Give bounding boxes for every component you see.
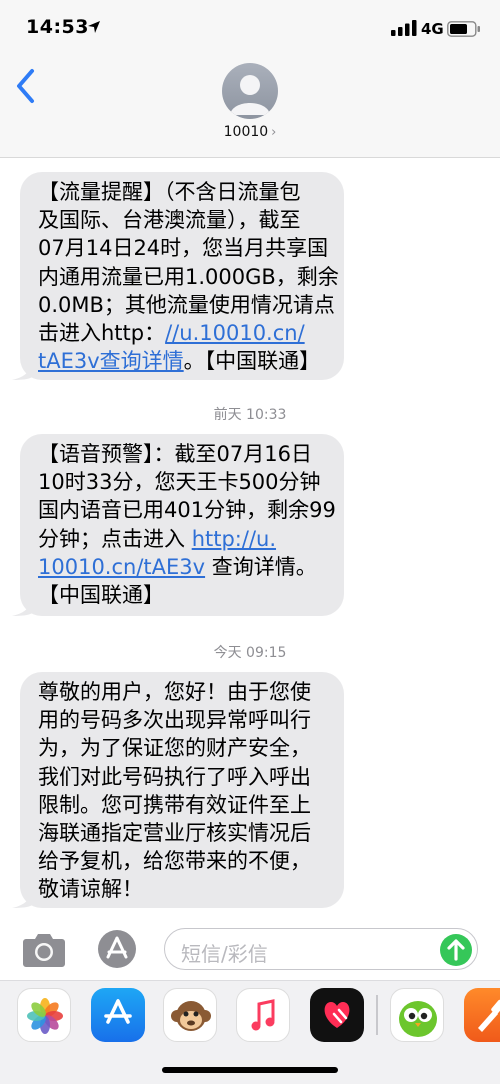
network-type: 4G (421, 20, 444, 38)
message-link[interactable]: //u.10010.cn/ (165, 321, 305, 345)
message-text: 击进入http： (38, 321, 166, 346)
message-text: 及国际、台港澳流量），截至 (38, 208, 301, 233)
bubble-tail (12, 594, 34, 616)
message-text: 尊敬的用户，您好！由于您使 (38, 680, 311, 704)
message-text: 【中国联通】 (38, 583, 164, 608)
message-text: 给予复机，给您带来的不便， (38, 849, 311, 874)
digital-touch-app-icon[interactable] (310, 988, 364, 1042)
duolingo-app-icon[interactable] (390, 988, 444, 1042)
message-text: 0.0MB；其他流量使用情况请点 (38, 292, 335, 317)
message-link[interactable]: 10010.cn/tAE3v (38, 555, 205, 579)
music-app-icon[interactable] (236, 988, 290, 1042)
message-text: 查询详情。 (205, 554, 317, 579)
message-link[interactable]: http://u. (192, 527, 276, 551)
message-text: 分钟；点击进入 (38, 526, 192, 551)
contact-name-button[interactable]: 10010 › (0, 124, 500, 140)
message-text: 国内语音已用401分钟，剩余99 (38, 498, 336, 523)
contact-avatar-icon[interactable] (222, 63, 278, 119)
drawer-divider (376, 995, 378, 1035)
contact-name[interactable]: 10010 (224, 124, 269, 140)
message-timestamp: 今天 09:15 (213, 645, 287, 661)
message-text: 用的号码多次出现异常呼叫行 (38, 708, 311, 733)
bubble-tail (12, 886, 34, 908)
photos-app-icon[interactable] (17, 988, 71, 1042)
message-link[interactable]: tAE3v查询详情 (38, 349, 184, 373)
send-arrow-icon (447, 939, 465, 961)
appstore-app-icon[interactable] (91, 988, 145, 1042)
message-text: 【流量提醒】（不含日流量包 (38, 180, 301, 204)
back-chevron-icon[interactable] (12, 66, 42, 106)
app-store-icon[interactable] (94, 929, 140, 969)
animoji-app-icon[interactable] (163, 988, 217, 1042)
location-arrow-icon (88, 21, 100, 33)
message-text: 海联通指定营业厅核实情况后 (38, 821, 311, 846)
battery-icon (447, 21, 480, 37)
message-text: 。【中国联通】 (183, 349, 321, 374)
camera-icon[interactable] (22, 930, 66, 968)
garageband-app-icon[interactable] (464, 988, 500, 1042)
message-text: 限制。您可携带有效证件至上 (38, 792, 311, 817)
send-button[interactable] (440, 934, 472, 966)
message-text: 为，为了保证您的财产安全， (38, 736, 311, 761)
signal-icon (391, 20, 417, 36)
message-bubble[interactable]: 尊敬的用户，您好！由于您使 用的号码多次出现异常呼叫行 为，为了保证您的财产安全… (12, 672, 344, 908)
home-indicator[interactable] (162, 1067, 338, 1073)
message-text: 我们对此号码执行了呼入呼出 (38, 764, 311, 789)
conversation-header: 14:53 4G 10010 › (0, 0, 500, 158)
message-text: 10时33分，您天王卡500分钟 (38, 470, 321, 495)
input-placeholder: 短信/彩信 (181, 942, 268, 966)
message-bubble[interactable]: 【流量提醒】（不含日流量包 及国际、台港澳流量），截至 07月14日24时，您当… (12, 172, 344, 380)
message-text: 内通用流量已用1.000GB，剩余 (38, 264, 339, 289)
chevron-right-icon: › (271, 125, 277, 140)
message-text: 敬请谅解！ (38, 877, 143, 902)
status-bar: 14:53 4G (0, 0, 500, 60)
message-input[interactable]: 短信/彩信 (164, 928, 478, 970)
status-time: 14:53 (26, 16, 89, 38)
message-timestamp: 前天 10:33 (213, 407, 287, 423)
message-bubble[interactable]: 【语音预警】：截至07月16日 10时33分，您天王卡500分钟 国内语音已用4… (12, 434, 344, 616)
message-text: 07月14日24时，您当月共享国 (38, 236, 329, 261)
message-text: 【语音预警】：截至07月16日 (38, 442, 312, 466)
bubble-tail (12, 358, 34, 380)
